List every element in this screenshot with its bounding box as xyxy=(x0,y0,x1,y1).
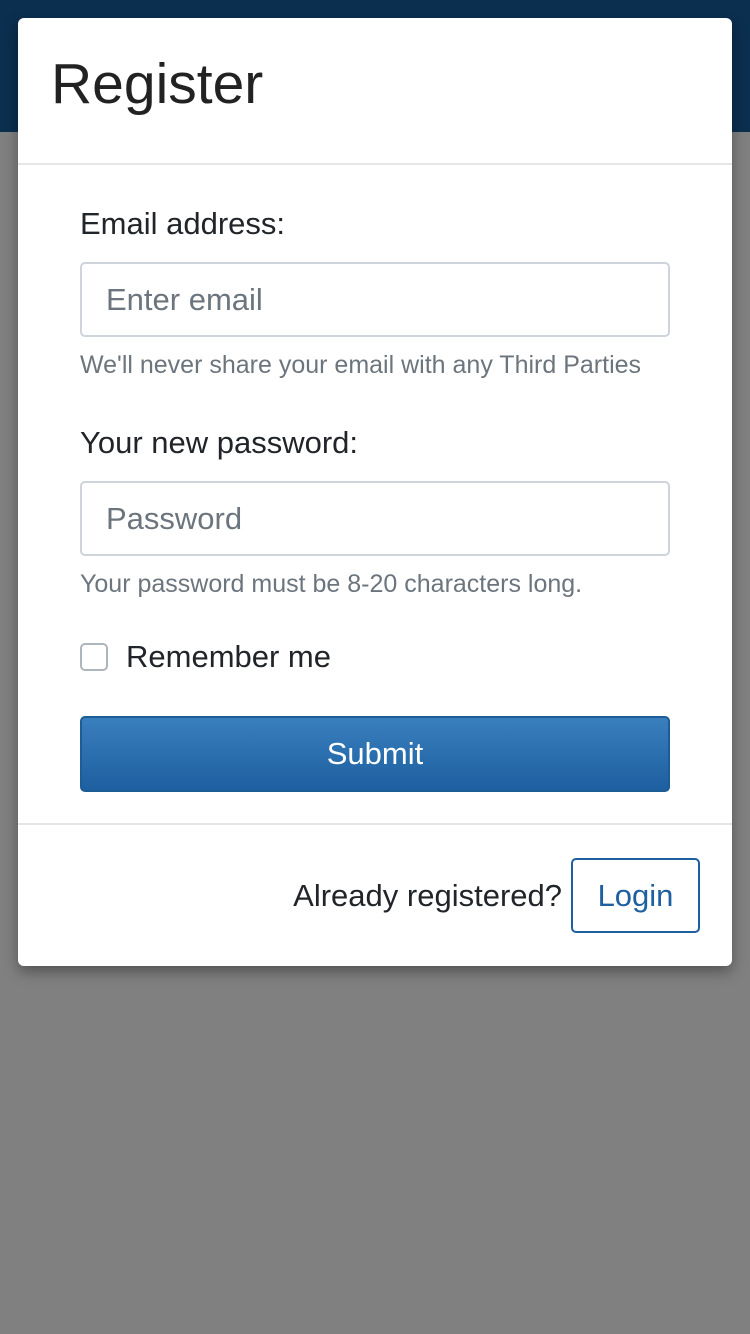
email-label: Email address: xyxy=(80,206,286,241)
password-input[interactable] xyxy=(80,481,670,556)
modal-header: Register xyxy=(18,18,732,165)
submit-button[interactable]: Submit xyxy=(80,716,670,792)
modal-title: Register xyxy=(51,52,264,116)
password-label: Your new password: xyxy=(80,425,359,460)
register-form: Email address: We'll never share your em… xyxy=(18,165,732,825)
login-button[interactable]: Login xyxy=(571,858,700,933)
register-modal: Register Email address: We'll never shar… xyxy=(18,18,732,966)
remember-me-checkbox[interactable] xyxy=(80,642,108,671)
remember-me-label[interactable]: Remember me xyxy=(126,641,331,672)
already-registered-text: Already registered? xyxy=(293,878,562,913)
email-input[interactable] xyxy=(80,262,670,337)
email-help-text: We'll never share your email with any Th… xyxy=(80,351,642,379)
password-help-text: Your password must be 8-20 characters lo… xyxy=(80,570,583,598)
modal-footer: Already registered? Login xyxy=(18,825,732,966)
remember-me-row[interactable]: Remember me xyxy=(80,641,331,672)
